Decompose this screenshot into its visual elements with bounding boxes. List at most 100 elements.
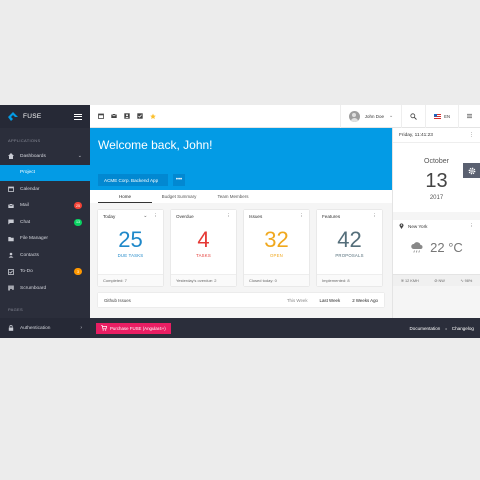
chevron-down-icon[interactable]: ⌄ [143, 213, 147, 219]
star-icon[interactable] [150, 113, 156, 119]
sidebar-item-label: Chat [20, 219, 31, 225]
more-vert-icon[interactable]: ⋮ [372, 213, 377, 219]
page-title: Welcome back, John! [98, 138, 213, 152]
range-this-week-button[interactable]: This Week [287, 298, 308, 303]
todo-shortcut-icon[interactable] [137, 113, 143, 119]
cart-icon [101, 325, 107, 331]
tab-team-members[interactable]: Team Members [206, 190, 260, 203]
weather-temperature: 22 °C [430, 240, 463, 255]
more-vert-icon[interactable]: ⋮ [299, 213, 304, 219]
menu-toggle-icon[interactable] [74, 113, 82, 120]
widget-footer: Implemented: 8 [317, 274, 382, 286]
sidebar-item-label: Scrumboard [20, 285, 47, 291]
widget-issues: Issues ⋮ 32 OPEN Closed today: 0 [244, 210, 309, 286]
sidebar-item-label: Mail [20, 203, 29, 209]
weather-details: ≋ 12 KMH ⊘ NW ∿ 98% [393, 274, 480, 286]
project-selector[interactable]: ACME Corp. Backend App [98, 174, 168, 186]
widget-title: Overdue [176, 213, 194, 219]
contacts-icon [8, 252, 14, 258]
wind-icon: ≋ [400, 279, 404, 283]
chat-count-badge: 13 [74, 218, 82, 226]
widget-header: Issues ⋮ [244, 210, 309, 222]
project-more-button[interactable]: ••• [173, 174, 185, 186]
current-datetime: Friday, 11:41:23 [399, 132, 433, 138]
chevron-right-icon: › [80, 325, 82, 331]
footer-value: 2 [214, 278, 217, 283]
weather-widget: New York ⋮ 22 °C ≋ 12 KMH ⊘ NW ∿ 98% [393, 220, 480, 286]
calendar-shortcut-icon[interactable] [98, 113, 104, 119]
more-vert-icon[interactable]: ⋮ [469, 133, 474, 138]
humidity: ∿ 98% [460, 278, 472, 283]
humidity-value: 98% [464, 279, 473, 283]
tab-budget-summary[interactable]: Budget Summary [152, 190, 206, 203]
brand-name: FUSE [23, 113, 42, 120]
wind-direction-value: NW [438, 279, 445, 283]
footer-separator: • [445, 325, 447, 331]
todo-count-badge: 3 [74, 268, 82, 276]
sidebar: FUSE APPLICATIONS Dashboards ⌄ Project C… [0, 105, 90, 338]
widget-value: 4 [197, 227, 210, 252]
us-flag-icon [434, 113, 442, 119]
sidebar-item-label: Project [20, 170, 35, 176]
chat-icon [8, 219, 14, 225]
sidebar-item-project[interactable]: Project [0, 164, 90, 181]
more-vert-icon[interactable]: ⋮ [469, 223, 474, 229]
widget-value: 42 [337, 227, 362, 252]
language-switcher[interactable]: EN [425, 105, 458, 128]
contacts-shortcut-icon[interactable] [124, 113, 130, 119]
widget-label: TASKS [196, 253, 211, 258]
more-vert-icon[interactable]: ⋮ [226, 213, 231, 219]
sidebar-item-file-manager[interactable]: File Manager [0, 231, 90, 248]
language-code: EN [444, 113, 450, 119]
menu-lines-icon [467, 113, 472, 119]
footer-label: Closed today: [249, 278, 274, 283]
sidebar-item-todo[interactable]: To-Do 3 [0, 264, 90, 281]
location-pin-icon [399, 223, 404, 229]
changelog-link[interactable]: Changelog [452, 326, 474, 331]
chevron-down-icon: ⌄ [388, 113, 394, 119]
sidebar-item-mail[interactable]: Mail 25 [0, 198, 90, 215]
more-vert-icon[interactable]: ⋮ [153, 213, 158, 219]
footer-bar: Purchase FUSE (Angular4+) Documentation … [90, 318, 480, 338]
chevron-down-icon: ⌄ [77, 153, 82, 160]
sidebar-item-chat[interactable]: Chat 13 [0, 214, 90, 231]
sidebar-item-label: Authentication [20, 325, 51, 331]
settings-button[interactable] [463, 163, 480, 178]
mail-count-badge: 25 [74, 202, 82, 210]
weather-main: 22 °C [393, 240, 480, 255]
user-name: John Doe [364, 113, 384, 119]
purchase-label: Purchase FUSE (Angular4+) [110, 325, 166, 331]
purchase-button[interactable]: Purchase FUSE (Angular4+) [96, 322, 171, 334]
mail-shortcut-icon[interactable] [111, 113, 117, 119]
board-icon [8, 285, 14, 291]
quick-panel-toggle[interactable] [458, 105, 480, 128]
user-menu[interactable]: John Doe ⌄ [339, 105, 401, 128]
footer-value: 8 [347, 278, 350, 283]
widget-value: 32 [264, 227, 289, 252]
widget-title: Features [322, 213, 341, 219]
dashboard-header: Welcome back, John! ACME Corp. Backend A… [90, 128, 392, 190]
mail-icon [8, 203, 14, 209]
widget-footer: Yesterday's overdue: 2 [171, 274, 236, 286]
widget-features: Features ⋮ 42 PROPOSALS Implemented: 8 [317, 210, 382, 286]
sidebar-item-authentication[interactable]: Authentication › [0, 318, 90, 338]
sidebar-item-contacts[interactable]: Contacts [0, 247, 90, 264]
footer-value: 0 [274, 278, 277, 283]
top-toolbar: John Doe ⌄ EN [90, 105, 480, 128]
sidebar-item-label: Calendar [20, 186, 40, 192]
widget-label: PROPOSALS [335, 253, 364, 258]
sidebar-item-dashboards[interactable]: Dashboards ⌄ [0, 148, 90, 165]
search-button[interactable] [401, 105, 425, 128]
widget-footer: Closed today: 0 [244, 274, 309, 286]
range-last-week-button[interactable]: Last Week [320, 298, 341, 303]
weather-location: New York [408, 223, 428, 229]
brand-bar: FUSE [0, 105, 90, 128]
documentation-link[interactable]: Documentation [409, 326, 440, 331]
range-2-weeks-ago-button[interactable]: 2 Weeks Ago [352, 298, 378, 303]
sidebar-item-calendar[interactable]: Calendar [0, 181, 90, 198]
section-applications: APPLICATIONS [8, 138, 41, 143]
tab-home[interactable]: Home [98, 190, 152, 203]
dashboard-tabs: Home Budget Summary Team Members [90, 190, 392, 203]
sidebar-item-scrumboard[interactable]: Scrumboard [0, 280, 90, 297]
compass-icon: ⊘ [434, 279, 438, 283]
